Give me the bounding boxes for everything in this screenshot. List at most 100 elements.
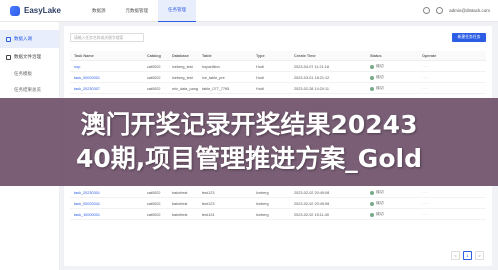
cell-type: Iceberg <box>256 190 269 195</box>
more-icon[interactable]: ··· <box>422 87 462 91</box>
more-icon[interactable]: ··· <box>422 213 462 217</box>
status-badge: 成功 <box>370 201 422 206</box>
prev-page-button[interactable]: < <box>451 251 460 260</box>
col-catalog[interactable]: Catalog <box>147 54 172 58</box>
status-dot-icon <box>370 201 374 206</box>
col-status[interactable]: Status <box>370 54 422 58</box>
cell-table: hopartition <box>202 64 220 69</box>
col-table[interactable]: Table <box>202 54 256 58</box>
top-nav: 数据源 元数据管理 任务管理 <box>82 0 196 22</box>
tab-task-management[interactable]: 任务管理 <box>158 0 196 22</box>
new-task-button[interactable]: 新建任务任务 <box>452 33 486 42</box>
overlay-banner: 澳门开奖记录开奖结果20243 40期,项目管理推进方案_Gold <box>0 98 498 186</box>
status-text: 成功 <box>376 86 384 90</box>
task-name-link[interactable]: task_10000001 <box>70 213 147 217</box>
status-badge: 成功 <box>370 86 422 91</box>
status-dot-icon <box>370 86 374 91</box>
app-name: EasyLake <box>24 6 61 15</box>
table-header: Task Name Catalog Database Table Type Cr… <box>70 51 486 61</box>
ingest-icon <box>6 36 11 42</box>
more-icon[interactable]: ··· <box>422 202 462 206</box>
col-type[interactable]: Type <box>256 54 294 58</box>
more-icon[interactable]: ··· <box>422 191 462 195</box>
status-dot-icon <box>370 190 374 195</box>
status-text: 成功 <box>376 64 384 68</box>
task-name-link[interactable]: nop <box>70 65 147 69</box>
cell-type: Hudi <box>256 75 264 80</box>
pagination: < 1 > <box>451 251 484 260</box>
status-dot-icon <box>370 212 374 217</box>
cell-table: test124 <box>202 212 215 217</box>
status-badge: 成功 <box>370 190 422 195</box>
table-row[interactable]: nop cat0002 iceberg_test hopartition Hud… <box>70 62 486 72</box>
cell-create-time: 2023-02-02 20:49:08 <box>294 190 330 195</box>
next-page-button[interactable]: > <box>475 251 484 260</box>
cell-catalog: cat0002 <box>147 86 161 91</box>
table-row[interactable]: task_00020041 cat0002 batchtest test123 … <box>70 199 486 209</box>
cell-type: Hudi <box>256 64 264 69</box>
sidebar-subitem-templates[interactable]: 任务模板 <box>0 66 59 82</box>
table-row[interactable]: task_20230307 cat0002 mix_data_pang tabl… <box>70 84 486 94</box>
cell-create-time: 2023-02-28 14:20:11 <box>294 86 329 91</box>
cell-catalog: cat0002 <box>147 212 161 217</box>
cell-create-time: 2023-04-07 11:21:18 <box>294 64 329 69</box>
table-row[interactable]: task_00020001 cat0002 iceberg_test ice_t… <box>70 73 486 83</box>
cell-table: test123 <box>202 201 215 206</box>
page-button-current[interactable]: 1 <box>463 251 472 260</box>
help-icon[interactable] <box>423 7 431 14</box>
cell-database: batchtest <box>172 190 188 195</box>
task-name-link[interactable]: task_20230301 <box>70 191 147 195</box>
status-dot-icon <box>370 75 374 80</box>
search-input[interactable]: 请输入任务名称或关键字搜索 <box>70 33 144 42</box>
tab-datasource[interactable]: 数据源 <box>82 0 116 22</box>
col-operate: Operate <box>422 53 437 58</box>
overlay-text-line-2: 40期,项目管理推进方案_Gold <box>76 144 422 173</box>
status-text: 成功 <box>376 75 384 79</box>
cell-database: iceberg_test <box>172 64 193 69</box>
status-text: 成功 <box>376 201 384 205</box>
task-name-link[interactable]: task_00020001 <box>70 76 147 80</box>
cell-table: test123 <box>202 190 215 195</box>
folder-icon <box>6 54 11 60</box>
settings-icon[interactable] <box>436 7 444 14</box>
cell-create-time: 2023-02-02 20:49:08 <box>294 201 330 206</box>
more-icon[interactable]: ··· <box>422 76 462 80</box>
table-row[interactable]: task_10000001 cat0002 batchtest test124 … <box>70 210 486 220</box>
cell-catalog: cat0002 <box>147 75 161 80</box>
col-database[interactable]: Database <box>172 54 202 58</box>
cell-catalog: cat0002 <box>147 201 161 206</box>
cell-create-time: 2023-03-01 18:21:12 <box>294 75 330 80</box>
more-icon[interactable]: ··· <box>422 65 462 69</box>
table-row[interactable]: task_20230301 cat0002 batchtest test123 … <box>70 188 486 198</box>
app-logo[interactable]: EasyLake <box>10 5 72 16</box>
sidebar-item-label: 数据文件治理 <box>14 54 41 59</box>
top-right-tools: admin@dtstack.com <box>423 7 490 14</box>
sidebar-item-file-governance[interactable]: 数据文件治理 <box>0 48 59 66</box>
status-badge: 成功 <box>370 212 422 217</box>
cell-database: batchtest <box>172 212 188 217</box>
sidebar-item-label: 数据入湖 <box>14 36 32 41</box>
task-name-link[interactable]: task_00020041 <box>70 202 147 206</box>
overlay-text-line-1: 澳门开奖记录开奖结果20243 <box>80 110 418 139</box>
status-text: 成功 <box>376 212 384 216</box>
col-task-name[interactable]: Task Name <box>70 54 147 58</box>
cell-database: batchtest <box>172 201 188 206</box>
sidebar-subitem-results[interactable]: 任务结果总览 <box>0 82 59 98</box>
status-badge: 成功 <box>370 75 422 80</box>
logo-mark-icon <box>10 5 20 16</box>
cell-create-time: 2023-02-02 15:11:40 <box>294 212 329 217</box>
status-text: 成功 <box>376 190 384 194</box>
status-dot-icon <box>370 64 374 69</box>
cell-table: table_077_7765 <box>202 86 230 91</box>
cell-catalog: cat0002 <box>147 190 161 195</box>
user-email[interactable]: admin@dtstack.com <box>449 8 490 13</box>
cell-catalog: cat0002 <box>147 64 161 69</box>
col-create-time[interactable]: Create Time <box>294 54 370 58</box>
cell-type: Iceberg <box>256 212 269 217</box>
cell-database: iceberg_test <box>172 75 193 80</box>
cell-table: ice_table_pre <box>202 75 225 80</box>
tab-metadata[interactable]: 元数据管理 <box>116 0 159 22</box>
task-name-link[interactable]: task_20230307 <box>70 87 147 91</box>
sidebar-item-data-ingest[interactable]: 数据入湖 <box>0 30 59 48</box>
status-badge: 成功 <box>370 64 422 69</box>
